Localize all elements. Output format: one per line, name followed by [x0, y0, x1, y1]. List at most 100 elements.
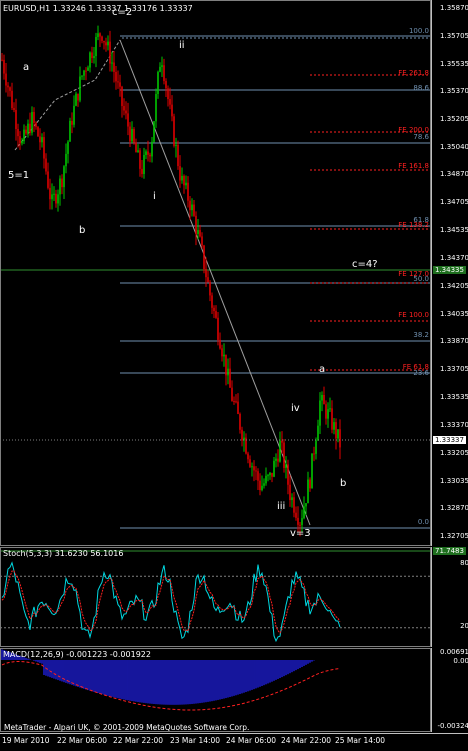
price-axis-label: 1.32870 [440, 504, 468, 512]
candle-body [29, 123, 31, 133]
candle-body [309, 479, 311, 489]
stochastic-level-20: 20 [460, 622, 468, 630]
candle-body [119, 82, 121, 87]
candle-body [261, 485, 263, 491]
candle-body [11, 90, 13, 109]
macd-axis[interactable]: 0.00691 0.00 -0.00324 [431, 648, 468, 732]
candle-body [207, 277, 209, 283]
candle-body [233, 400, 235, 402]
candle-body [209, 282, 211, 296]
candle-body [323, 395, 325, 405]
candle-body [123, 106, 125, 111]
price-axis-label: 1.35870 [440, 4, 468, 12]
candle-body [105, 42, 107, 46]
candle-body [317, 425, 319, 441]
candle-body [253, 466, 255, 471]
candle-body [185, 182, 187, 186]
candle-body [93, 56, 95, 59]
candle-body [107, 41, 109, 46]
candle-body [43, 137, 45, 159]
candle-body [163, 65, 165, 82]
candle-body [87, 67, 89, 71]
price-axis-label: 1.34870 [440, 170, 468, 178]
wave-label-a-top: a [23, 62, 30, 73]
candle-body [115, 71, 117, 82]
candle-body [7, 85, 9, 88]
candle-body [155, 93, 157, 122]
candle-body [173, 116, 175, 146]
fibo-78-6: 78.6 [413, 133, 429, 141]
candle-body [85, 70, 87, 72]
candle-body [165, 81, 167, 89]
price-axis-label: 1.33370 [440, 421, 468, 429]
candle-body [83, 70, 85, 76]
price-axis-label: 1.33535 [440, 393, 468, 401]
price-axis-label: 1.34535 [440, 226, 468, 234]
candle-body [117, 81, 119, 83]
fe-100: FE 100.0 [398, 311, 429, 319]
candle-body [331, 408, 333, 430]
candle-body [175, 144, 177, 146]
candle-body [217, 317, 219, 340]
candle-body [153, 121, 155, 142]
candle-body [35, 122, 37, 128]
candle-body [335, 422, 337, 439]
candle-body [97, 33, 99, 37]
price-axis-label: 1.35040 [440, 143, 468, 151]
price-axis-label: 1.35370 [440, 87, 468, 95]
candle-body [241, 429, 243, 441]
candle-body [227, 368, 229, 376]
fibo-88-6: 88.6 [413, 84, 429, 92]
candle-body [91, 52, 93, 59]
fe-138-2: FE 138.2 [398, 221, 429, 229]
candle-body [33, 112, 35, 123]
candle-body [45, 158, 47, 172]
candle-body [37, 127, 39, 137]
candle-body [19, 136, 21, 144]
candle-body [89, 52, 91, 68]
candle-body [287, 464, 289, 485]
stochastic-axis[interactable]: 71.7483 80 20 [431, 547, 468, 647]
candle-body [197, 230, 199, 235]
price-axis-label: 1.35705 [440, 32, 468, 40]
candle-body [289, 484, 291, 501]
candle-body [259, 480, 261, 491]
candle-body [111, 62, 113, 64]
candle-body [67, 141, 69, 154]
stochastic-pane[interactable]: Stoch(5,3,3) 31.6230 56.1016 [0, 547, 431, 647]
candle-body [299, 524, 301, 526]
wave-label-5-1: 5=1 [8, 170, 30, 181]
candle-body [65, 153, 67, 167]
candle-body [157, 71, 159, 94]
fibo-0: 0.0 [417, 518, 429, 526]
candle-body [5, 73, 7, 86]
candle-body [73, 105, 75, 125]
candle-body [239, 413, 241, 430]
candle-body [249, 459, 251, 467]
candle-body [195, 215, 197, 235]
copyright-text: MetaTrader - Alpari UK, © 2001-2009 Meta… [4, 723, 250, 732]
candle-body [63, 166, 65, 188]
price-axis-label: 1.33705 [440, 365, 468, 373]
stochastic-header: Stoch(5,3,3) 31.6230 56.1016 [3, 549, 124, 558]
candle-body [101, 36, 103, 41]
candle-body [301, 518, 303, 525]
candle-body [171, 104, 173, 117]
macd-pane[interactable]: MACD(12,26,9) -0.001223 -0.001922 [0, 648, 431, 732]
price-axis[interactable]: 1.35870 1.35705 1.35535 1.35370 1.35205 … [431, 0, 468, 546]
green-line-price-tag: 1.34335 [433, 266, 466, 274]
candle-body [275, 458, 277, 461]
candle-body [199, 230, 201, 237]
candle-body [113, 62, 115, 72]
candle-body [307, 479, 309, 504]
candle-body [129, 126, 131, 142]
candle-body [149, 154, 151, 157]
price-axis-label: 1.35205 [440, 115, 468, 123]
candle-body [135, 142, 137, 153]
candle-body [31, 112, 33, 133]
candle-body [321, 395, 323, 401]
price-chart-pane[interactable]: EURUSD,H1 1.33246 1.33337 1.33176 1.3333… [0, 0, 431, 546]
candle-body [231, 387, 233, 401]
macd-header: MACD(12,26,9) -0.001223 -0.001922 [3, 650, 151, 659]
candle-body [279, 440, 281, 462]
